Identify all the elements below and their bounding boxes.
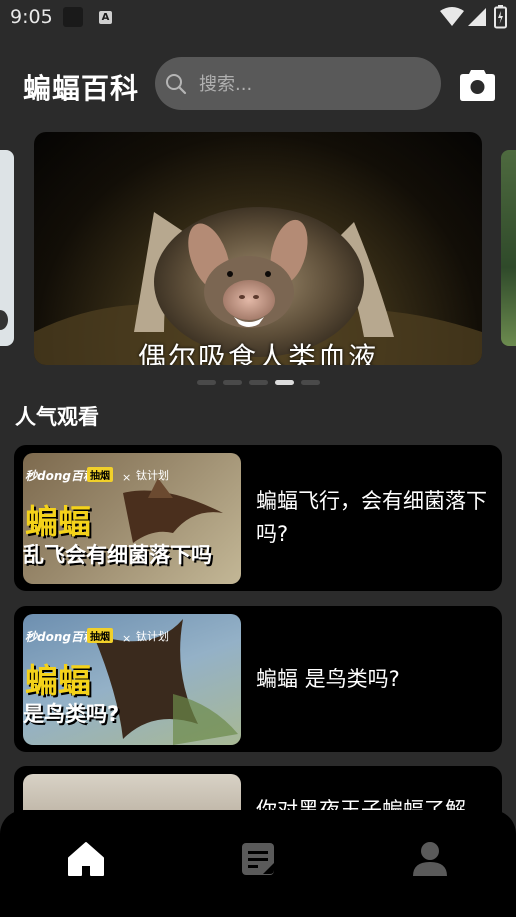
thumb-partner: 钛计划 [136, 630, 169, 643]
carousel-dot[interactable] [223, 380, 242, 385]
video-thumbnail: 秒dong百科 抽烟 × 钛计划 蝙蝠 乱飞会有细菌落下吗 [23, 453, 241, 584]
profile-icon[interactable] [411, 840, 449, 878]
carousel-dot[interactable] [249, 380, 268, 385]
status-bar: 9:05 A [0, 0, 516, 36]
thumb-badge: 抽烟 [87, 628, 113, 643]
search-icon [166, 74, 187, 95]
thumb-logo: 秒dong百科 [25, 469, 95, 483]
carousel-dot[interactable] [301, 380, 320, 385]
carousel-dot[interactable] [275, 380, 294, 385]
camera-icon[interactable] [460, 67, 495, 101]
thumb-x: × [122, 471, 132, 484]
banner-carousel[interactable]: 偶尔吸食人类血液 [0, 132, 516, 368]
video-card[interactable]: 秒dong百科 抽烟 × 钛计划 蝙蝠 乱飞会有细菌落下吗 蝙蝠飞行，会有细菌落… [14, 445, 502, 591]
thumb-subline: 乱飞会有细菌落下吗 [23, 543, 212, 567]
thumb-badge: 抽烟 [87, 467, 113, 482]
status-time: 9:05 [10, 6, 53, 28]
wifi-icon [440, 7, 464, 26]
keyboard-notification-icon: A [99, 11, 112, 24]
bat-photo [34, 207, 482, 365]
notes-icon[interactable] [239, 840, 277, 878]
search-input[interactable] [197, 68, 431, 100]
thumb-partner: 钛计划 [136, 469, 169, 482]
thumb-headline: 蝙蝠 [25, 661, 91, 700]
app-title: 蝙蝠百科 [23, 72, 140, 105]
video-card[interactable]: 秒dong百科 抽烟 × 钛计划 蝙蝠 是鸟类吗? 蝙蝠 是鸟类吗? [14, 606, 502, 752]
header: 蝙蝠百科 [0, 57, 516, 111]
bottom-nav [0, 810, 516, 917]
thumb-x: × [122, 632, 132, 645]
video-title: 蝙蝠 是鸟类吗? [256, 666, 400, 691]
notification-icon [63, 7, 83, 27]
video-title: 蝙蝠飞行，会有细菌落下吗? [256, 489, 487, 546]
carousel-prev-slide[interactable] [0, 150, 14, 346]
thumb-headline: 蝙蝠 [25, 502, 91, 541]
carousel-dot[interactable] [197, 380, 216, 385]
search-bar[interactable] [155, 57, 441, 110]
thumb-logo: 秒dong百科 [25, 630, 95, 644]
signal-icon [468, 8, 486, 26]
home-icon[interactable] [67, 840, 105, 878]
carousel-next-slide[interactable] [501, 150, 516, 346]
carousel-slide[interactable]: 偶尔吸食人类血液 [34, 132, 482, 365]
battery-icon [494, 5, 507, 29]
thumb-subline: 是鸟类吗? [23, 702, 120, 726]
section-title: 人气观看 [15, 405, 99, 429]
video-thumbnail: 秒dong百科 抽烟 × 钛计划 蝙蝠 是鸟类吗? [23, 614, 241, 745]
banner-caption: 偶尔吸食人类血液 [137, 341, 378, 365]
